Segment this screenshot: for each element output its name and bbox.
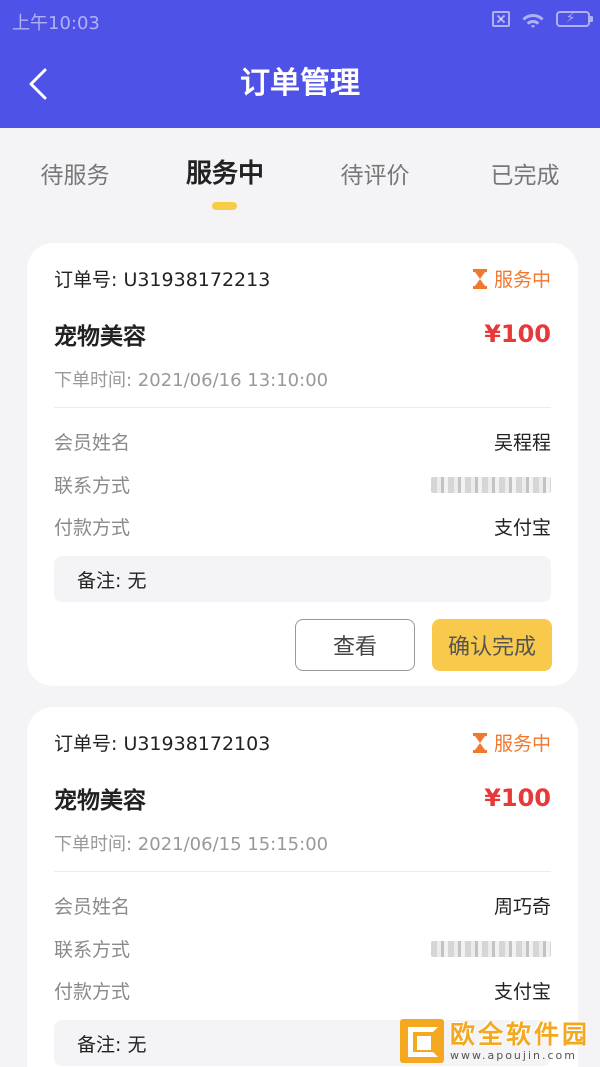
order-card: 订单号: U31938172213 服务中 宠物美容 ¥100 下单时间: 20… — [27, 243, 578, 686]
status-time: 上午10:03 — [12, 13, 100, 34]
order-time: 下单时间: 2021/06/15 15:15:00 — [54, 834, 329, 855]
no-sim-icon — [492, 11, 510, 27]
divider — [54, 871, 551, 872]
watermark-url: www.apoujin.com — [450, 1048, 577, 1062]
contact-label: 联系方式 — [54, 475, 131, 497]
blurred-phone-number — [431, 940, 551, 957]
tab-completed[interactable]: 已完成 — [450, 156, 600, 190]
page-title: 订单管理 — [240, 66, 360, 101]
watermark-logo-icon — [400, 1019, 444, 1063]
service-name: 宠物美容 — [54, 788, 146, 814]
service-name: 宠物美容 — [54, 324, 146, 350]
order-card: 订单号: U31938172103 服务中 宠物美容 ¥100 下单时间: 20… — [27, 707, 578, 1067]
order-time: 下单时间: 2021/06/16 13:10:00 — [54, 370, 329, 391]
order-price: ¥100 — [484, 320, 551, 348]
payment-method-value: 支付宝 — [493, 517, 551, 539]
order-status: 服务中 — [472, 729, 551, 756]
divider — [54, 407, 551, 408]
confirm-complete-button[interactable]: 确认完成 — [432, 619, 552, 671]
hourglass-icon — [472, 732, 487, 753]
order-number: 订单号: U31938172103 — [54, 733, 271, 755]
tab-in-service[interactable]: 服务中 — [150, 153, 300, 190]
view-button[interactable]: 查看 — [295, 619, 415, 671]
payment-method-value: 支付宝 — [493, 981, 551, 1003]
member-name-label: 会员姓名 — [54, 432, 131, 454]
site-watermark: 欧全软件园 www.apoujin.com — [400, 1016, 596, 1066]
tab-pending-review[interactable]: 待评价 — [300, 156, 450, 190]
watermark-text: 欧全软件园 www.apoujin.com — [450, 1019, 591, 1062]
wifi-icon — [522, 10, 544, 28]
watermark-title: 欧全软件园 — [450, 1019, 591, 1049]
hourglass-icon — [472, 268, 487, 289]
payment-label: 付款方式 — [54, 517, 131, 539]
active-tab-indicator — [212, 202, 237, 210]
payment-label: 付款方式 — [54, 981, 131, 1003]
member-name-value: 吴程程 — [493, 432, 551, 454]
app-header: 上午10:03 ⚡ 订单管理 — [0, 0, 600, 128]
blurred-phone-number — [431, 476, 551, 493]
order-status: 服务中 — [472, 265, 551, 292]
status-icons: ⚡ — [492, 10, 593, 28]
order-status-tabs: 待服务 服务中 待评价 已完成 — [0, 128, 600, 218]
member-name-label: 会员姓名 — [54, 896, 131, 918]
member-name-value: 周巧奇 — [493, 896, 551, 918]
order-remark: 备注: 无 — [54, 556, 551, 602]
order-status-label: 服务中 — [493, 269, 551, 291]
tab-pending-service[interactable]: 待服务 — [0, 156, 150, 190]
battery-charging-icon: ⚡ — [556, 11, 593, 27]
order-status-label: 服务中 — [493, 733, 551, 755]
order-number: 订单号: U31938172213 — [54, 269, 271, 291]
order-price: ¥100 — [484, 784, 551, 812]
contact-label: 联系方式 — [54, 939, 131, 961]
status-bar: 上午10:03 ⚡ — [0, 0, 600, 40]
